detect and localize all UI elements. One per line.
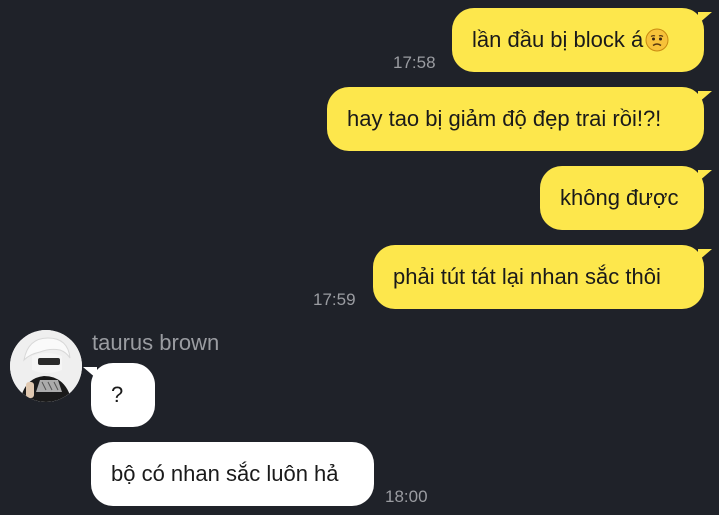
incoming-message-bubble[interactable]: ? xyxy=(83,363,155,427)
sender-avatar[interactable] xyxy=(10,330,82,402)
message-text: bộ có nhan sắc luôn hả xyxy=(111,461,339,486)
message-text: phải tút tát lại nhan sắc thôi xyxy=(393,264,661,289)
outgoing-message-bubble[interactable]: lần đầu bị block á xyxy=(452,8,712,72)
worried-face-icon xyxy=(645,28,669,52)
message-text: không được xyxy=(560,185,679,210)
sender-name: taurus brown xyxy=(92,330,220,355)
message-text: lần đầu bị block á xyxy=(472,27,644,52)
outgoing-message-bubble[interactable]: hay tao bị giảm độ đẹp trai rồi!?! xyxy=(327,87,712,151)
message-text: ? xyxy=(111,382,124,407)
outgoing-message-bubble[interactable]: phải tút tát lại nhan sắc thôi xyxy=(373,245,712,309)
message-timestamp: 18:00 xyxy=(385,487,428,506)
outgoing-message-bubble[interactable]: không được xyxy=(540,166,712,230)
avatar-image xyxy=(10,330,82,402)
message-text: hay tao bị giảm độ đẹp trai rồi!?! xyxy=(347,106,662,131)
incoming-message-bubble[interactable]: bộ có nhan sắc luôn hả xyxy=(91,442,374,506)
message-timestamp: 17:59 xyxy=(313,290,356,309)
message-timestamp: 17:58 xyxy=(393,53,436,72)
